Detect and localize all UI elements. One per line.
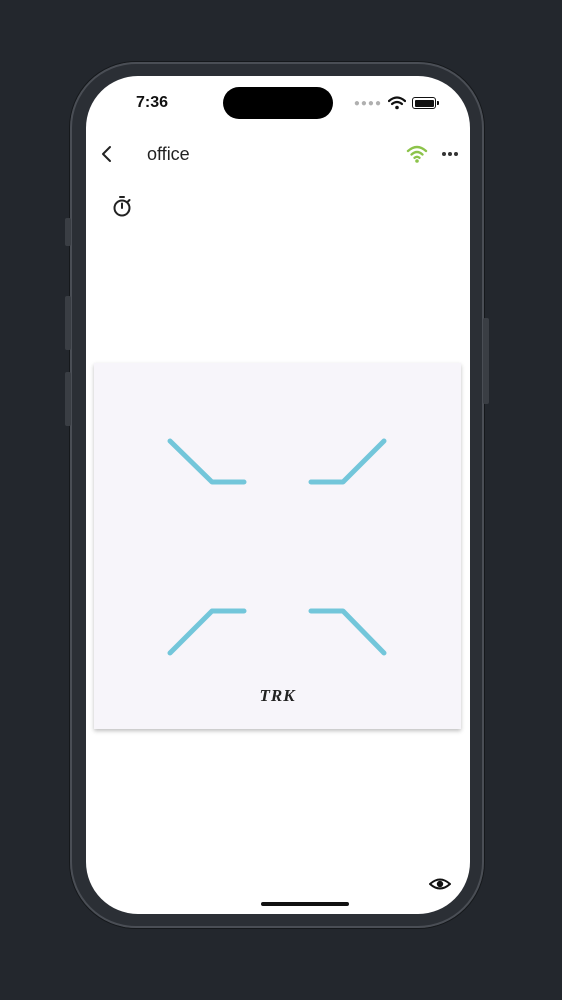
light-strip-bottom-left[interactable] [167,608,247,656]
battery-icon [412,97,439,109]
eye-icon[interactable] [428,872,452,896]
volume-down-button [65,372,71,426]
timer-stopwatch-icon[interactable] [110,194,134,218]
light-strip-top-right[interactable] [308,438,387,485]
mute-switch [65,218,71,246]
status-time: 7:36 [136,94,169,111]
more-options-icon[interactable] [438,144,462,164]
connection-wifi-icon[interactable] [406,144,428,164]
light-strip-top-left[interactable] [167,438,247,485]
brand-logo: TRK [259,686,296,705]
status-wifi-icon [388,96,406,110]
switch-panel[interactable]: TRK [94,363,461,729]
back-chevron-icon[interactable] [96,142,120,166]
page-title: office [147,144,190,164]
light-strip-pattern [167,438,387,656]
volume-up-button [65,296,71,350]
phone-screen: 7:36 ●●●● office TRK [86,76,470,914]
power-button [483,318,489,404]
status-icons: ●●●● [353,96,439,110]
home-indicator[interactable] [261,902,349,906]
dynamic-island [223,87,333,119]
cellular-signal-icon: ●●●● [353,97,382,109]
app-header: office [86,138,470,170]
light-strip-bottom-right[interactable] [308,608,387,656]
